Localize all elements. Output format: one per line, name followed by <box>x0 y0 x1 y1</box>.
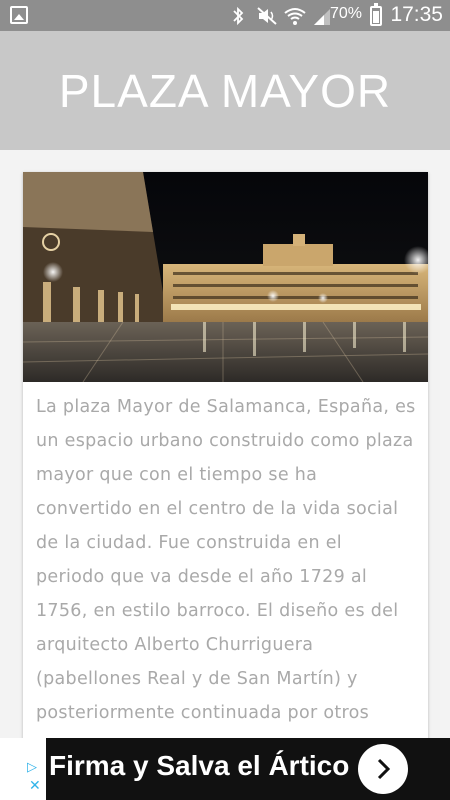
mute-icon <box>256 6 277 26</box>
image-icon <box>10 6 28 24</box>
battery-icon <box>370 3 382 26</box>
wifi-icon <box>284 6 306 26</box>
article-text: La plaza Mayor de Salamanca, España, es … <box>36 397 416 723</box>
plaza-photo <box>23 172 428 382</box>
ad-choices-strip <box>0 738 24 800</box>
chevron-right-icon <box>377 758 391 780</box>
app-header: PLAZA MAYOR <box>0 31 450 150</box>
ad-close-icon[interactable]: ✕ <box>29 778 41 794</box>
article-card: La plaza Mayor de Salamanca, España, es … <box>23 172 428 772</box>
ad-go-button[interactable] <box>358 744 408 794</box>
battery-percentage: 70% <box>329 5 362 22</box>
ad-text[interactable]: Firma y Salva el Ártico <box>49 750 349 782</box>
ad-choices-icon[interactable]: ▷ <box>27 760 37 775</box>
bluetooth-icon <box>228 6 248 26</box>
ad-choices[interactable]: ▷ ✕ <box>24 738 46 800</box>
clock: 17:35 <box>390 3 443 26</box>
page-title: PLAZA MAYOR <box>58 64 392 117</box>
status-bar: 70% 17:35 <box>0 0 450 31</box>
status-icons <box>228 4 332 28</box>
